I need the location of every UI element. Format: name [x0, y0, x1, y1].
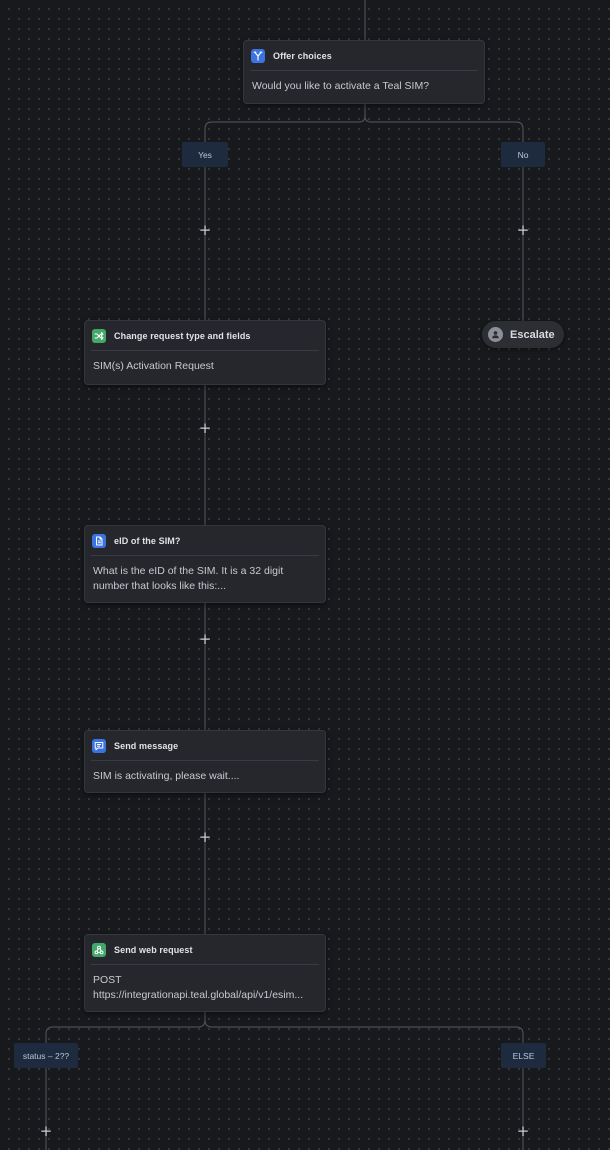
branch-icon: [251, 48, 265, 63]
eid-question-title: eID of the SIM?: [114, 535, 181, 546]
web-request-node[interactable]: Send web request POST https://integratio…: [84, 934, 326, 1012]
eid-question-header: eID of the SIM?: [91, 526, 319, 556]
send-message-node[interactable]: Send message SIM is activating, please w…: [84, 730, 326, 793]
offer-choices-title: Offer choices: [273, 50, 332, 61]
user-icon: [488, 327, 503, 342]
offer-choices-header: Offer choices: [250, 41, 478, 71]
webhook-icon: [92, 942, 106, 957]
send-message-header: Send message: [91, 731, 319, 761]
escalate-label: Escalate: [510, 328, 555, 341]
eid-question-body-line1: What is the eID of the SIM. It is a 32 d…: [93, 565, 284, 577]
add-step-button[interactable]: +: [516, 1124, 530, 1139]
branch-label-yes[interactable]: Yes: [182, 142, 228, 167]
send-message-body: SIM is activating, please wait....: [93, 770, 240, 782]
add-step-button[interactable]: +: [198, 223, 212, 238]
branch-label-status[interactable]: status – 2??: [14, 1043, 78, 1068]
send-message-title: Send message: [114, 740, 179, 751]
eid-question-body: What is the eID of the SIM. It is a 32 d…: [85, 556, 325, 594]
message-icon: [92, 738, 106, 753]
add-step-button[interactable]: +: [198, 632, 212, 647]
eid-question-body-line2: number that looks like this:...: [93, 580, 227, 592]
web-request-header: Send web request: [91, 935, 319, 965]
web-request-url: https://integrationapi.teal.global/api/v…: [93, 989, 304, 1001]
branch-label-else[interactable]: ELSE: [501, 1043, 546, 1068]
web-request-method: POST: [93, 974, 122, 986]
add-step-button[interactable]: +: [39, 1124, 53, 1139]
escalate-node[interactable]: Escalate: [482, 321, 564, 348]
connector-offer-split-left: [204, 104, 366, 320]
connector-web-split-right: [204, 1019, 524, 1150]
document-icon: [92, 533, 106, 548]
add-step-button[interactable]: +: [198, 421, 212, 436]
branch-label-no[interactable]: No: [501, 142, 545, 167]
change-request-node[interactable]: Change request type and fields SIM(s) Ac…: [84, 320, 326, 385]
web-request-body: POST https://integrationapi.teal.global/…: [85, 965, 325, 1003]
change-request-header: Change request type and fields: [91, 321, 319, 351]
offer-choices-body: Would you like to activate a Teal SIM?: [252, 80, 430, 92]
offer-choices-node[interactable]: Offer choices Would you like to activate…: [243, 40, 485, 104]
change-request-body: SIM(s) Activation Request: [93, 360, 214, 372]
web-request-title: Send web request: [114, 944, 193, 955]
connector-offer-split-right: [364, 115, 524, 321]
connector-web-split-left: [45, 1012, 206, 1150]
add-step-button[interactable]: +: [198, 830, 212, 845]
add-step-button[interactable]: +: [516, 223, 530, 238]
shuffle-icon: [92, 328, 106, 343]
eid-question-node[interactable]: eID of the SIM? What is the eID of the S…: [84, 525, 326, 603]
change-request-title: Change request type and fields: [114, 330, 251, 341]
